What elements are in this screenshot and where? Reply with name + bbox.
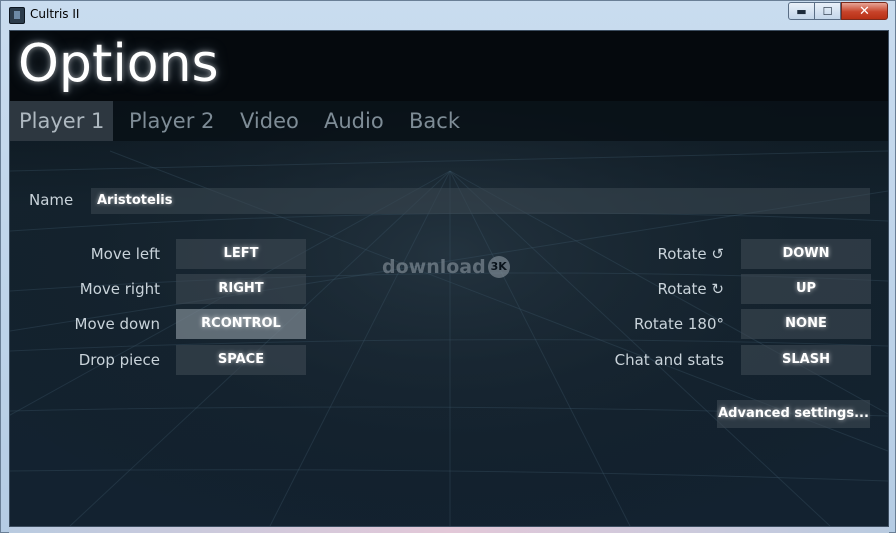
header: Options	[10, 31, 888, 101]
window-bottom-edge	[9, 527, 889, 533]
app-window: Cultris II ▬ ☐ ✕ Options Player 1 Player…	[0, 0, 896, 533]
move-left-key-button[interactable]: LEFT	[176, 239, 306, 269]
game-client-area: Options Player 1 Player 2 Video Audio Ba…	[9, 30, 889, 527]
rotate-180-key-button[interactable]: NONE	[741, 309, 871, 339]
drop-piece-label: Drop piece	[78, 351, 160, 369]
close-button[interactable]: ✕	[841, 2, 888, 20]
move-right-label: Move right	[79, 280, 160, 298]
rotate-ccw-label: Rotate ↺	[657, 245, 724, 263]
chat-and-stats-key-button[interactable]: SLASH	[741, 345, 871, 375]
tab-video[interactable]: Video	[231, 101, 308, 141]
tab-player-2[interactable]: Player 2	[120, 101, 223, 141]
watermark-logo: download 3K	[382, 256, 510, 278]
name-input[interactable]: Aristotelis	[91, 188, 870, 214]
move-down-key-button[interactable]: RCONTROL	[176, 309, 306, 339]
rotate-cw-label: Rotate ↻	[657, 280, 724, 298]
tab-player-1[interactable]: Player 1	[10, 101, 114, 141]
move-down-label: Move down	[74, 315, 160, 333]
app-icon	[9, 7, 25, 24]
watermark-text: download	[382, 256, 486, 278]
move-left-label: Move left	[90, 245, 160, 263]
tab-bar: Player 1 Player 2 Video Audio Back	[10, 101, 888, 141]
rotate-cw-key-button[interactable]: UP	[741, 274, 871, 304]
drop-piece-key-button[interactable]: SPACE	[176, 345, 306, 375]
tab-back[interactable]: Back	[400, 101, 469, 141]
maximize-button[interactable]: ☐	[814, 2, 841, 20]
page-title: Options	[18, 34, 219, 94]
move-right-key-button[interactable]: RIGHT	[176, 274, 306, 304]
rotate-180-label: Rotate 180°	[633, 315, 724, 333]
chat-and-stats-label: Chat and stats	[614, 351, 724, 369]
minimize-button[interactable]: ▬	[788, 2, 815, 20]
name-label: Name	[29, 191, 74, 209]
advanced-settings-button[interactable]: Advanced settings...	[717, 400, 870, 428]
window-title: Cultris II	[30, 7, 80, 21]
watermark-badge: 3K	[487, 256, 510, 278]
title-bar[interactable]: Cultris II ▬ ☐ ✕	[1, 1, 895, 29]
rotate-ccw-key-button[interactable]: DOWN	[741, 239, 871, 269]
tab-audio[interactable]: Audio	[315, 101, 393, 141]
